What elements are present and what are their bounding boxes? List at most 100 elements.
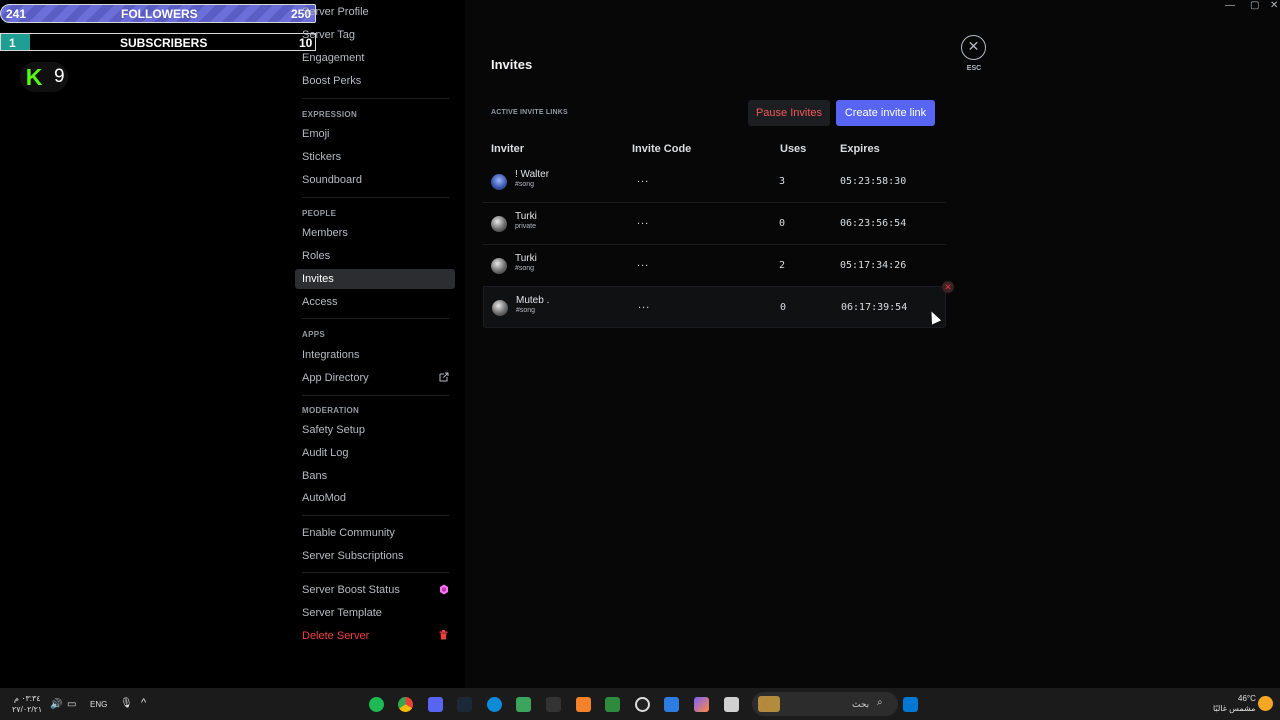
invite-expires: 06:23:56:54 (840, 218, 907, 229)
subscribers-current: 1 (9, 36, 16, 50)
minimize-icon[interactable]: — (1225, 0, 1235, 11)
obs-icon[interactable] (635, 697, 650, 712)
invite-channel: #song (516, 307, 536, 314)
kick-viewer-badge: K 9 (20, 62, 68, 92)
table-row[interactable]: Turki private ... 0 06:23:56:54 (483, 203, 946, 245)
sidebar-divider (302, 515, 449, 516)
sidebar-divider (302, 318, 449, 319)
sidebar-item-label: App Directory (302, 372, 369, 384)
epic-games-icon[interactable] (546, 697, 561, 712)
sidebar-item-server-subscriptions[interactable]: Server Subscriptions (295, 546, 455, 566)
boost-gem-icon (438, 584, 449, 595)
invite-expires: 06:17:39:54 (841, 302, 908, 313)
sidebar-item-automod[interactable]: AutoMod (295, 488, 455, 508)
sidebar-heading-moderation: MODERATION (302, 406, 360, 415)
section-label-active-invites: ACTIVE INVITE LINKS (491, 109, 568, 116)
invite-uses: 3 (779, 176, 786, 187)
app-icon-a[interactable] (576, 697, 591, 712)
sidebar-heading-expression: EXPRESSION (302, 110, 358, 119)
close-window-icon[interactable]: ✕ (1270, 0, 1278, 11)
sidebar-item-boost-perks[interactable]: Boost Perks (295, 71, 455, 91)
avatar (491, 216, 507, 232)
taskbar-search[interactable]: بحث ⌕ (752, 692, 898, 716)
maximize-icon[interactable]: ▢ (1250, 0, 1259, 11)
sidebar-item-delete-server[interactable]: Delete Server (295, 626, 455, 646)
sidebar-item-engagement[interactable]: Engagement (295, 48, 455, 68)
sidebar-item-audit-log[interactable]: Audit Log (295, 443, 455, 463)
sidebar-item-app-directory[interactable]: App Directory (295, 368, 455, 388)
volume-icon[interactable]: 🔊 (50, 699, 62, 710)
discord-icon[interactable] (428, 697, 443, 712)
sidebar-item-server-boost-status[interactable]: Server Boost Status (295, 580, 455, 600)
sidebar-item-server-tag[interactable]: Server Tag (295, 25, 455, 45)
table-row[interactable]: Turki #song ... 2 05:17:34:26 (483, 245, 946, 287)
invite-expires: 05:23:58:30 (840, 176, 907, 187)
sidebar-item-stickers[interactable]: Stickers (295, 147, 455, 167)
file-explorer-icon[interactable] (724, 697, 739, 712)
edge-icon[interactable] (487, 697, 502, 712)
inviter-name: ! Walter (515, 169, 550, 180)
steam-icon[interactable] (457, 697, 472, 712)
table-row[interactable]: ! Walter #song ... 3 05:23:58:30 (483, 161, 946, 203)
avatar (491, 174, 507, 190)
column-header-inviter: Inviter (491, 143, 525, 155)
inviter-name: Muteb . (516, 295, 550, 306)
create-invite-link-button[interactable]: Create invite link (836, 100, 935, 126)
spotify-icon[interactable] (369, 697, 384, 712)
revoke-invite-icon[interactable]: ✕ (942, 281, 954, 293)
followers-label: FOLLOWERS (121, 7, 198, 21)
sidebar-item-bans[interactable]: Bans (295, 466, 455, 486)
trash-icon (438, 630, 449, 641)
sidebar-item-server-template[interactable]: Server Template (295, 603, 455, 623)
weather-desc: مشمس غالبًا (1213, 704, 1256, 713)
weather-sun-icon[interactable] (1258, 696, 1273, 711)
weather-temp: 46°C (1238, 694, 1256, 703)
external-link-icon (438, 372, 449, 383)
sidebar-item-safety-setup[interactable]: Safety Setup (295, 420, 455, 440)
kick-logo-icon: K (25, 64, 43, 90)
invite-code: ... (637, 215, 650, 227)
store-icon[interactable] (664, 697, 679, 712)
sidebar-item-emoji[interactable]: Emoji (295, 124, 455, 144)
discord-ptb-icon[interactable] (516, 697, 531, 712)
sidebar-item-invites[interactable]: Invites (295, 269, 455, 289)
followers-goal-bar: 241 FOLLOWERS 250 (0, 4, 316, 23)
windows-start-icon[interactable] (903, 697, 918, 712)
sidebar-item-access[interactable]: Access (295, 292, 455, 312)
column-header-expires: Expires (840, 143, 880, 155)
page-title: Invites (491, 57, 533, 72)
microphone-icon[interactable]: 🎙 (120, 698, 133, 709)
invite-code: ... (638, 299, 651, 311)
sidebar-divider (302, 572, 449, 573)
chevron-up-icon[interactable]: ^ (141, 697, 146, 709)
inviter-name: Turki (515, 253, 537, 264)
network-icon[interactable]: ▭ (67, 699, 76, 710)
search-highlight-icon (758, 696, 780, 712)
taskbar: ٠٣:٣٤ م ٢٧/٠٢/٢١ 🔊 ▭ ENG 🎙 ^ بحث ⌕ 46°C … (0, 688, 1280, 720)
invite-channel: private (515, 223, 537, 230)
column-header-invite-code: Invite Code (632, 143, 692, 155)
taskbar-language[interactable]: ENG (90, 700, 107, 709)
sidebar-item-server-profile[interactable]: Server Profile (295, 2, 455, 22)
sidebar-divider (302, 197, 449, 198)
sidebar-item-integrations[interactable]: Integrations (295, 345, 455, 365)
invite-code: ... (637, 173, 650, 185)
sidebar-item-label: Server Boost Status (302, 584, 400, 596)
sidebar-item-soundboard[interactable]: Soundboard (295, 170, 455, 190)
close-icon[interactable]: ✕ (961, 35, 986, 60)
chrome-icon[interactable] (398, 697, 413, 712)
table-row[interactable]: Muteb . #song ... 0 06:17:39:54 (483, 286, 946, 328)
invite-expires: 05:17:34:26 (840, 260, 907, 271)
copilot-icon[interactable] (694, 697, 709, 712)
sidebar-divider (302, 395, 449, 396)
sidebar-item-enable-community[interactable]: Enable Community (295, 523, 455, 543)
sidebar-heading-apps: APPS (302, 330, 325, 339)
invite-channel: #song (515, 265, 535, 272)
sidebar-divider (302, 98, 449, 99)
pause-invites-button[interactable]: Pause Invites (748, 100, 830, 126)
sidebar-item-members[interactable]: Members (295, 223, 455, 243)
minecraft-icon[interactable] (605, 697, 620, 712)
esc-label: ESC (966, 65, 982, 72)
sidebar-item-roles[interactable]: Roles (295, 246, 455, 266)
followers-current: 241 (6, 7, 27, 21)
